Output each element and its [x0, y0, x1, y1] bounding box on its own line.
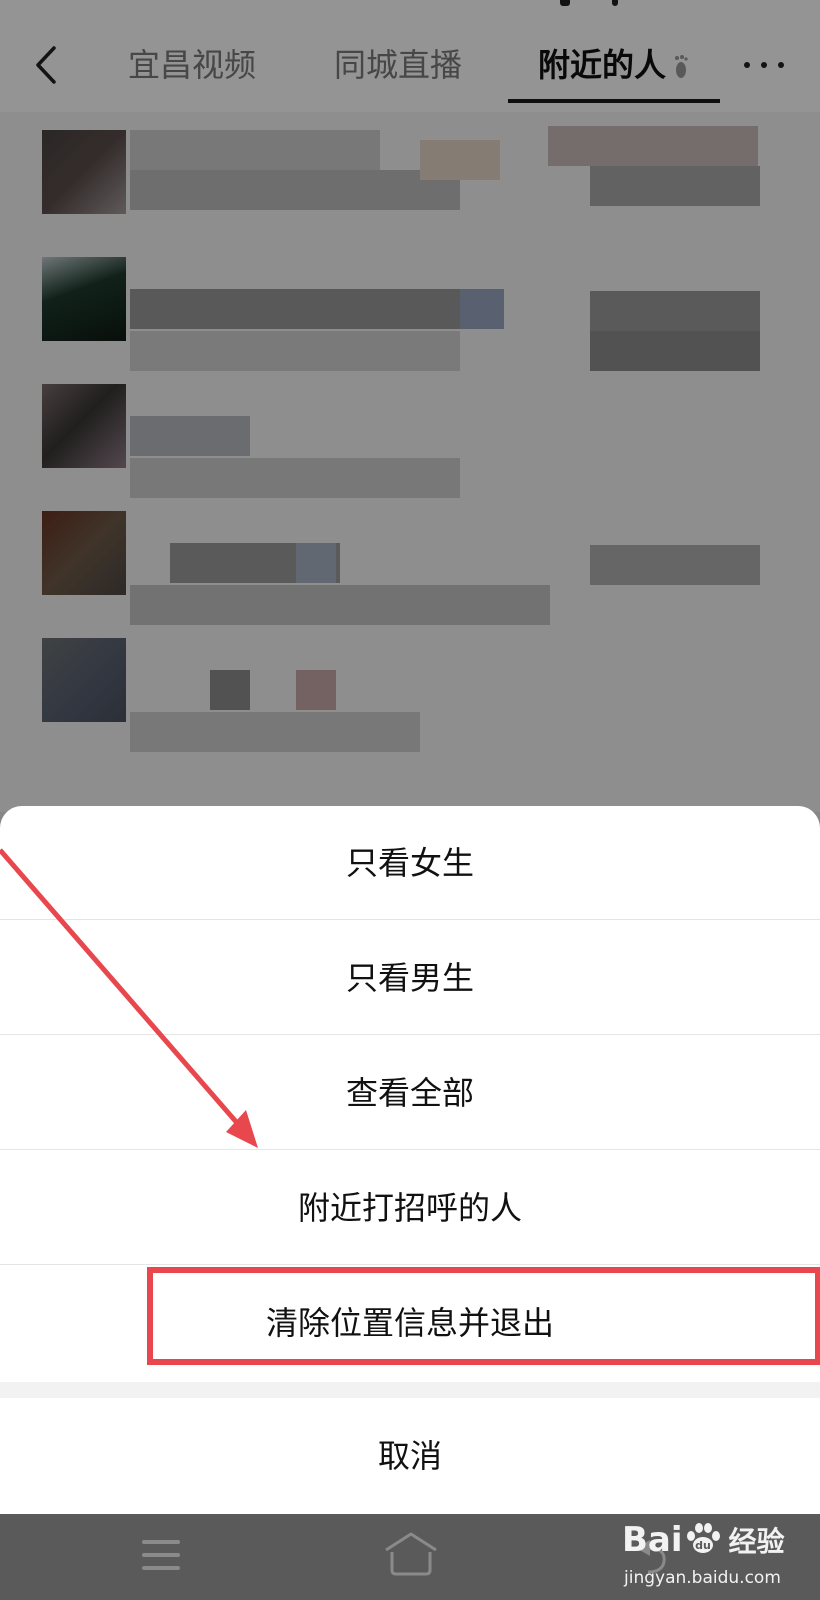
- cancel-button[interactable]: 取消: [0, 1398, 820, 1514]
- option-female-only[interactable]: 只看女生: [0, 806, 820, 920]
- option-nearby-greeters[interactable]: 附近打招呼的人: [0, 1151, 820, 1265]
- option-view-all[interactable]: 查看全部: [0, 1036, 820, 1150]
- filter-action-sheet: 只看女生 只看男生 查看全部 附近打招呼的人 清除位置信息并退出 取消: [0, 806, 820, 1514]
- menu-icon[interactable]: [142, 1538, 180, 1572]
- screen: 宜昌视频 同城直播 附近的人 只看女生 只看男生 查看全部 附近打招呼的人 清除…: [0, 0, 820, 1600]
- watermark-brand: Bai: [622, 1520, 683, 1560]
- sheet-divider: [0, 1382, 820, 1398]
- watermark-suffix: 经验: [728, 1525, 785, 1558]
- baidu-jingyan-watermark: Bai du 经验 jingyan.baidu.com: [622, 1520, 812, 1594]
- option-male-only[interactable]: 只看男生: [0, 921, 820, 1035]
- svg-text:du: du: [695, 1539, 711, 1552]
- baidu-logo: Bai du 经验: [622, 1520, 785, 1560]
- home-icon[interactable]: [382, 1530, 440, 1578]
- baidu-paw-icon: du: [686, 1523, 720, 1553]
- watermark-url: jingyan.baidu.com: [624, 1568, 781, 1588]
- option-clear-location-exit[interactable]: 清除位置信息并退出: [0, 1266, 820, 1380]
